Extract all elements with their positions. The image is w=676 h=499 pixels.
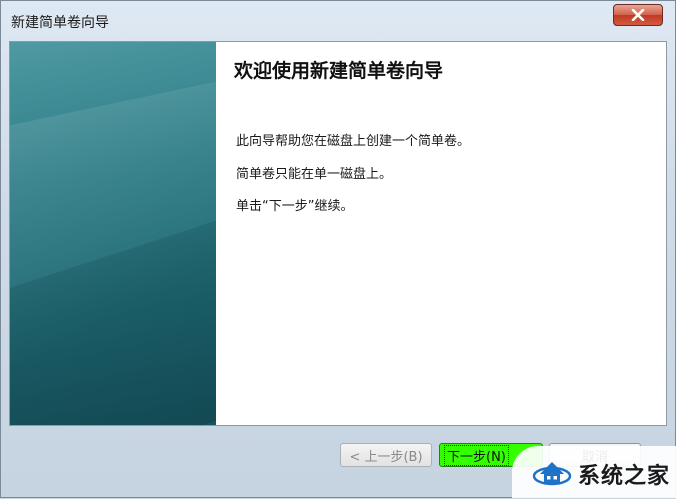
house-logo-icon (532, 462, 572, 486)
page-title: 欢迎使用新建简单卷向导 (234, 60, 444, 82)
wizard-body: 欢迎使用新建简单卷向导 此向导帮助您在磁盘上创建一个简单卷。 简单卷只能在单一磁… (9, 41, 667, 426)
close-button[interactable] (613, 4, 663, 26)
wizard-window: 新建简单卷向导 欢迎使用新建简单卷向导 此向导帮助您在磁盘上创建一个简单卷。 简… (0, 0, 676, 498)
description-line-3: 单击“下一步”继续。 (236, 199, 354, 214)
wizard-side-banner (10, 42, 216, 425)
title-bar[interactable]: 新建简单卷向导 (1, 1, 675, 39)
description-line-1: 此向导帮助您在磁盘上创建一个简单卷。 (236, 134, 471, 149)
back-button[interactable]: < 上一步(B) (340, 443, 432, 467)
watermark-text: 系统之家 (578, 464, 671, 489)
window-title: 新建简单卷向导 (11, 15, 109, 31)
site-watermark: 系统之家 (512, 446, 676, 498)
close-icon (631, 9, 645, 21)
wizard-content: 欢迎使用新建简单卷向导 此向导帮助您在磁盘上创建一个简单卷。 简单卷只能在单一磁… (234, 42, 656, 425)
description-line-2: 简单卷只能在单一磁盘上。 (236, 167, 393, 182)
next-button-label: 下一步(N) (444, 444, 509, 466)
